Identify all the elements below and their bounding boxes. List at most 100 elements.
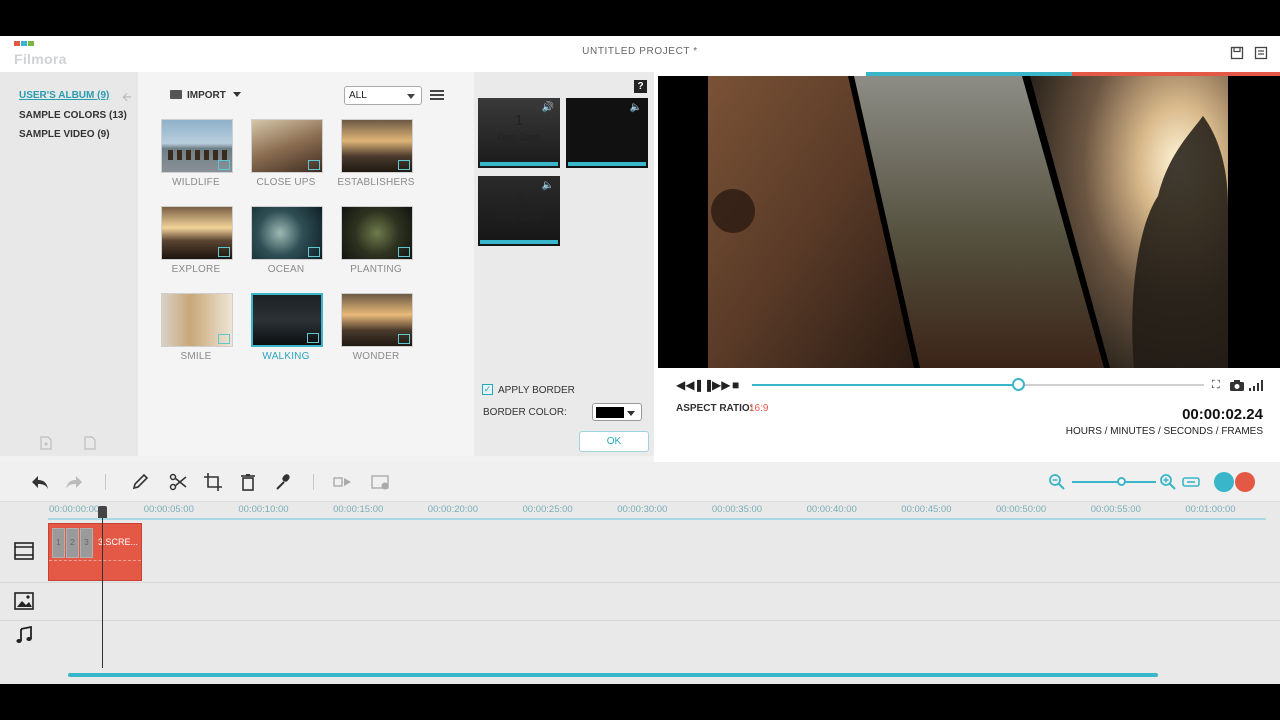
save-icon[interactable] <box>1230 46 1244 60</box>
clip-thumb: 3 <box>80 528 93 558</box>
clip-audio-line <box>49 560 141 561</box>
ruler-tick: 00:00:35:00 <box>711 504 763 515</box>
thumb-explore[interactable] <box>161 206 233 260</box>
ok-button[interactable]: OK <box>579 431 649 452</box>
title-bar: Filmora UNTITLED PROJECT * <box>0 36 1280 72</box>
snapshot-icon[interactable] <box>1230 380 1244 391</box>
split-icon[interactable] <box>168 472 188 492</box>
voiceover-mic-icon[interactable] <box>274 472 294 492</box>
import-label: IMPORT <box>187 90 226 101</box>
clip-name: 3.SCRE... <box>98 537 139 547</box>
filter-value: ALL <box>349 90 367 101</box>
slot-text: Drop Zone <box>497 132 541 142</box>
thumb-art <box>168 150 228 160</box>
thumb-ocean[interactable] <box>251 206 323 260</box>
toolbar-divider <box>105 474 106 490</box>
rewind-icon[interactable]: ◀◀ <box>676 378 694 392</box>
ruler-tick: 00:00:00:00 <box>49 504 100 515</box>
stop-icon[interactable]: ■ <box>732 378 739 392</box>
timeline-ruler <box>48 518 1266 520</box>
redo-icon[interactable] <box>64 472 84 492</box>
image-track-icon <box>14 592 34 610</box>
list-view-icon[interactable] <box>430 89 444 101</box>
ruler-tick: 00:00:25:00 <box>522 504 573 515</box>
timeline-scrollbar[interactable] <box>68 673 1158 677</box>
drop-zone-3[interactable]: 🔈 3 Drop Zone <box>478 176 560 246</box>
speaker-icon[interactable]: 🔈 <box>630 102 642 113</box>
video-badge-icon <box>398 160 410 170</box>
clip-thumb: 1 <box>52 528 65 558</box>
ruler-tick: 00:00:45:00 <box>901 504 952 515</box>
zoom-slider[interactable] <box>1072 481 1156 483</box>
chevron-down-icon <box>407 94 415 99</box>
thumb-smile[interactable] <box>161 293 233 347</box>
ruler-tick: 00:00:40:00 <box>806 504 857 515</box>
fit-timeline-icon[interactable] <box>1181 472 1201 492</box>
export-icon[interactable] <box>1214 472 1234 492</box>
crop-icon[interactable] <box>203 472 223 492</box>
album-sample-video[interactable]: SAMPLE VIDEO (9) <box>19 129 110 140</box>
video-badge-icon <box>218 247 230 257</box>
zoom-in-icon[interactable] <box>1158 472 1178 492</box>
drop-zone-1[interactable]: 🔊 1 Drop Zone <box>478 98 560 168</box>
video-track-icon <box>14 542 34 560</box>
speaker-icon[interactable]: 🔈 <box>542 180 554 191</box>
zoom-slider-knob[interactable] <box>1117 477 1126 486</box>
forward-icon[interactable]: ▶▶ <box>712 378 730 392</box>
music-track-icon <box>16 626 32 643</box>
timeline-clip[interactable]: 1 2 3 3.SCRE... <box>48 523 142 581</box>
thumb-close-ups[interactable] <box>251 119 323 173</box>
undo-icon[interactable] <box>30 472 50 492</box>
slot-progress <box>568 162 646 166</box>
video-viewer[interactable] <box>658 76 1280 368</box>
import-button[interactable]: IMPORT <box>170 90 241 101</box>
thumb-label: CLOSE UPS <box>256 177 316 188</box>
ruler-tick: 00:00:10:00 <box>238 504 289 515</box>
advanced-settings-icon[interactable] <box>371 472 391 492</box>
zoom-out-icon[interactable] <box>1047 472 1067 492</box>
help-icon[interactable]: ? <box>634 80 647 93</box>
border-color-picker[interactable] <box>592 403 642 421</box>
album-users[interactable]: USER'S ALBUM (9) <box>19 90 109 101</box>
thumb-establishers[interactable] <box>341 119 413 173</box>
add-file-icon[interactable] <box>40 436 52 450</box>
ruler-tick: 00:00:05:00 <box>143 504 194 515</box>
filter-select[interactable]: ALL <box>344 86 422 105</box>
thumb-wonder[interactable] <box>341 293 413 347</box>
scrubber-knob[interactable] <box>1011 378 1025 391</box>
back-arrow-icon[interactable]: 🡨 <box>122 88 132 109</box>
delete-icon[interactable] <box>238 472 258 492</box>
playhead[interactable] <box>102 508 103 668</box>
remove-file-icon[interactable] <box>84 436 96 450</box>
slot-text: Drop Zone <box>497 212 541 222</box>
thumb-label: WALKING <box>262 351 310 362</box>
fullscreen-icon[interactable]: ⛶ <box>1212 379 1220 392</box>
ruler-tick: 00:00:15:00 <box>333 504 384 515</box>
aspect-ratio-value[interactable]: 16:9 <box>749 403 768 414</box>
color-swatch <box>596 407 624 418</box>
thumb-planting[interactable] <box>341 206 413 260</box>
thumb-label: EXPLORE <box>171 264 221 275</box>
ruler-tick: 00:01:00:00 <box>1185 504 1236 515</box>
playhead-handle[interactable] <box>98 506 107 518</box>
ruler-tick: 00:00:50:00 <box>996 504 1047 515</box>
project-title: UNTITLED PROJECT * <box>582 46 698 57</box>
transition-icon[interactable] <box>333 472 353 492</box>
apply-border-label: APPLY BORDER <box>498 385 575 396</box>
edit-pencil-icon[interactable] <box>130 472 150 492</box>
apply-border-checkbox[interactable]: ✓ <box>482 384 493 395</box>
menu-icon[interactable] <box>1254 46 1268 60</box>
record-icon[interactable] <box>1235 472 1255 492</box>
volume-bars-icon[interactable] <box>1249 380 1263 391</box>
thumb-label: OCEAN <box>267 264 305 275</box>
thumb-walking[interactable] <box>251 293 323 347</box>
preview-scrubber[interactable] <box>752 378 1204 391</box>
thumb-label: WILDLIFE <box>172 177 220 188</box>
slot-number: 3 <box>514 192 524 209</box>
thumb-wildlife[interactable] <box>161 119 233 173</box>
scrubber-fill <box>752 384 1019 386</box>
album-sample-colors[interactable]: SAMPLE COLORS (13) <box>19 110 127 121</box>
border-color-label: BORDER COLOR: <box>483 407 567 418</box>
toolbar-divider <box>313 474 314 490</box>
drop-zone-2[interactable]: 🔈 <box>566 98 648 168</box>
